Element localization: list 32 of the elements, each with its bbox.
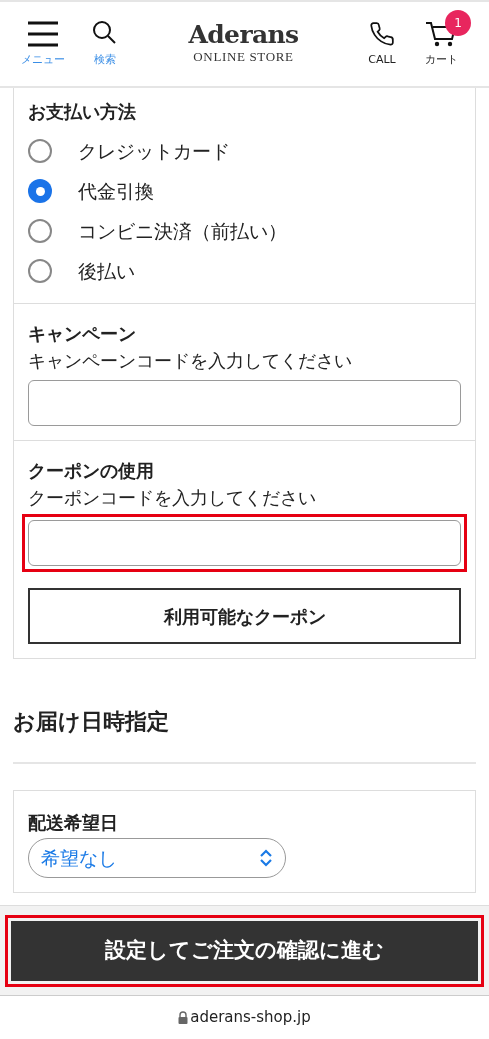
logo-subtitle: ONLINE STORE bbox=[193, 47, 294, 66]
cart-button[interactable]: カート 1 bbox=[411, 9, 471, 69]
menu-icon bbox=[26, 19, 60, 48]
search-button[interactable]: 検索 bbox=[80, 19, 130, 69]
logo-title: Aderans bbox=[188, 21, 299, 47]
menu-button[interactable]: メニュー bbox=[18, 19, 68, 69]
lock-icon bbox=[178, 1011, 189, 1024]
available-coupons-button[interactable]: 利用可能なクーポン bbox=[28, 588, 461, 644]
payment-option[interactable]: 代金引換 bbox=[28, 171, 461, 211]
section-title: お支払い方法 bbox=[28, 100, 137, 124]
url-text: aderans-shop.jp bbox=[190, 1007, 311, 1029]
payment-option[interactable]: コンビニ決済（前払い） bbox=[28, 211, 461, 251]
text-field[interactable] bbox=[28, 520, 461, 566]
field-label: 配送希望日 bbox=[28, 811, 119, 835]
payment-option[interactable]: 後払い bbox=[28, 251, 461, 291]
section-heading: お届け日時指定 bbox=[13, 705, 476, 764]
text-field[interactable] bbox=[28, 380, 461, 426]
section-title: クーポンの使用 bbox=[28, 459, 155, 483]
submit-button[interactable]: 設定してご注文の確認に進む bbox=[11, 920, 478, 981]
cart-count-badge: 1 bbox=[445, 9, 471, 36]
search-icon bbox=[92, 19, 118, 46]
field-hint: キャンペーンコードを入力してください bbox=[28, 349, 353, 373]
radio-button[interactable] bbox=[28, 259, 52, 283]
payment-option[interactable]: クレジットカード bbox=[28, 131, 461, 171]
section-title: キャンペーン bbox=[28, 322, 137, 346]
radio-button[interactable] bbox=[28, 219, 52, 243]
radio-button[interactable] bbox=[28, 179, 52, 203]
field-hint: クーポンコードを入力してください bbox=[28, 486, 317, 510]
call-button[interactable]: CALL bbox=[357, 19, 407, 69]
chevron-updown-icon bbox=[259, 849, 273, 867]
phone-icon bbox=[369, 19, 395, 48]
radio-button[interactable] bbox=[28, 139, 52, 163]
